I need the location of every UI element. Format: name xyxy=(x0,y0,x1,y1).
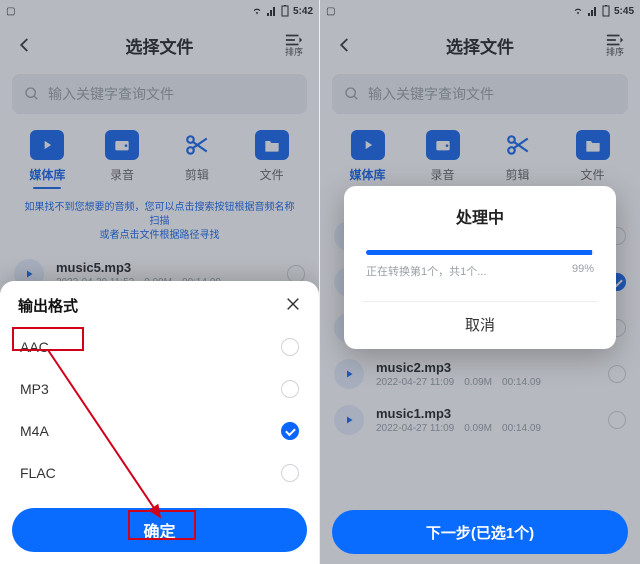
play-square-icon xyxy=(30,130,64,160)
tab-label: 媒体库 xyxy=(349,166,385,183)
tab-label: 文件 xyxy=(580,166,604,183)
tip-text: 如果找不到您想要的音频，您可以点击搜索按钮根据音频名称扫描 或者点击文件根据路径… xyxy=(0,197,319,251)
search-input[interactable] xyxy=(368,86,616,102)
file-name: music5.mp3 xyxy=(56,260,275,275)
signal-icon xyxy=(588,6,598,16)
battery-icon xyxy=(281,5,289,17)
file-item[interactable]: music1.mp32022-04-27 11:090.09M00:14.09 xyxy=(320,397,640,443)
play-icon[interactable] xyxy=(334,359,364,389)
app-header: 选择文件 排序 xyxy=(320,22,640,68)
cancel-button[interactable]: 取消 xyxy=(362,302,598,337)
sort-label: 排序 xyxy=(606,45,624,58)
progress-text: 正在转换第1个，共1个... xyxy=(366,263,486,279)
scissors-icon xyxy=(180,130,214,160)
close-icon xyxy=(285,296,301,312)
radio-icon[interactable] xyxy=(281,464,299,482)
status-notif-icon: ▢ xyxy=(326,6,366,17)
format-option-flac[interactable]: FLAC xyxy=(0,452,319,494)
play-square-icon xyxy=(351,130,385,160)
status-time: 5:45 xyxy=(614,6,634,17)
phone-right: ▢ 5:45 选择文件 排序 xyxy=(320,0,640,564)
search-icon xyxy=(24,86,40,102)
tab-label: 剪辑 xyxy=(505,166,529,183)
search-icon xyxy=(344,86,360,102)
sort-button[interactable]: 排序 xyxy=(602,33,628,58)
progress-percent: 99% xyxy=(572,263,594,279)
app-header: 选择文件 排序 xyxy=(0,22,319,68)
next-button[interactable]: 下一步(已选1个) xyxy=(332,510,628,554)
radio-icon[interactable] xyxy=(281,338,299,356)
progress-bar xyxy=(366,250,594,255)
format-option-aac[interactable]: AAC xyxy=(0,326,319,368)
category-tabs: 媒体库 录音 剪辑 文件 xyxy=(0,124,319,197)
file-radio[interactable] xyxy=(608,411,626,429)
battery-icon xyxy=(602,5,610,17)
file-item[interactable]: music2.mp32022-04-27 11:090.09M00:14.09 xyxy=(320,351,640,397)
sort-label: 排序 xyxy=(285,45,303,58)
scissors-icon xyxy=(501,130,535,160)
search-input[interactable] xyxy=(48,86,295,102)
radio-icon[interactable] xyxy=(281,380,299,398)
wifi-icon xyxy=(572,6,584,16)
search-bar[interactable] xyxy=(12,74,307,114)
confirm-button[interactable]: 确定 xyxy=(12,508,307,552)
sheet-title: 输出格式 xyxy=(18,295,78,316)
folder-icon xyxy=(255,130,289,160)
processing-dialog: 处理中 正在转换第1个，共1个... 99% 取消 xyxy=(344,186,616,349)
status-time: 5:42 xyxy=(293,6,313,17)
search-bar[interactable] xyxy=(332,74,628,114)
back-button[interactable] xyxy=(12,36,38,54)
status-notif-icon: ▢ xyxy=(6,6,46,17)
tab-clip[interactable]: 剪辑 xyxy=(167,130,227,189)
file-radio[interactable] xyxy=(608,365,626,383)
wallet-icon xyxy=(426,130,460,160)
page-title: 选择文件 xyxy=(38,33,281,58)
tab-label: 文件 xyxy=(260,166,284,183)
tab-record[interactable]: 录音 xyxy=(413,130,473,189)
tab-label: 媒体库 xyxy=(29,166,65,183)
tab-clip[interactable]: 剪辑 xyxy=(488,130,548,189)
tab-files[interactable]: 文件 xyxy=(242,130,302,189)
page-title: 选择文件 xyxy=(358,33,602,58)
format-option-m4a[interactable]: M4A xyxy=(0,410,319,452)
chevron-left-icon xyxy=(336,36,354,54)
status-bar: ▢ 5:42 xyxy=(0,0,319,22)
tab-label: 录音 xyxy=(110,166,134,183)
format-bottomsheet: 输出格式 AAC MP3 M4A FLAC 确定 xyxy=(0,281,319,564)
signal-icon xyxy=(267,6,277,16)
play-icon[interactable] xyxy=(334,405,364,435)
tab-label: 剪辑 xyxy=(185,166,209,183)
radio-icon[interactable] xyxy=(281,422,299,440)
tab-files[interactable]: 文件 xyxy=(563,130,623,189)
phone-left: ▢ 5:42 选择文件 排序 xyxy=(0,0,320,564)
dialog-title: 处理中 xyxy=(362,204,598,228)
tab-label: 录音 xyxy=(430,166,454,183)
wallet-icon xyxy=(105,130,139,160)
sort-button[interactable]: 排序 xyxy=(281,33,307,58)
tab-record[interactable]: 录音 xyxy=(92,130,152,189)
tab-media[interactable]: 媒体库 xyxy=(338,130,398,189)
folder-icon xyxy=(576,130,610,160)
chevron-left-icon xyxy=(16,36,34,54)
wifi-icon xyxy=(251,6,263,16)
status-bar: ▢ 5:45 xyxy=(320,0,640,22)
back-button[interactable] xyxy=(332,36,358,54)
format-option-mp3[interactable]: MP3 xyxy=(0,368,319,410)
close-button[interactable] xyxy=(285,296,301,316)
tab-media[interactable]: 媒体库 xyxy=(17,130,77,189)
